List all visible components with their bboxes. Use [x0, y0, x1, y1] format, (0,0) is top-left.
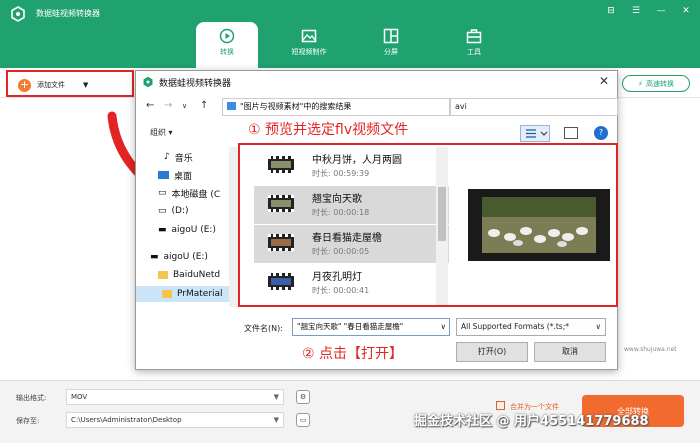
address-bar[interactable]: "图片与视频素材"中的搜索结果: [222, 98, 450, 116]
dialog-titlebar: 数据蛙视频转换器: [136, 71, 617, 93]
nav-item-baidunetdisk[interactable]: BaiduNetd: [158, 267, 220, 283]
help-icon[interactable]: ?: [594, 126, 608, 140]
filetype-select[interactable]: All Supported Formats (*.ts;* ∨: [456, 318, 606, 336]
open-folder-button[interactable]: ▭: [296, 413, 310, 427]
save-path-select[interactable]: C:\Users\Administrator\Desktop ▼: [66, 412, 284, 428]
forward-arrow-icon[interactable]: →: [164, 100, 172, 111]
dialog-close-icon[interactable]: ✕: [599, 74, 609, 88]
navigation-pane: ♪ 音乐 桌面 ▭ 本地磁盘 (C ▭ (D:) ▬ aigoU (E:) ▬ aigoU…: [136, 147, 240, 307]
usb-drive-icon: ▬: [158, 225, 167, 235]
nav-item-aigou-e-root[interactable]: ▬ aigoU (E:): [150, 249, 208, 265]
drive-icon: ▭: [158, 188, 167, 198]
up-arrow-icon[interactable]: ↑: [200, 100, 208, 111]
preview-pane-icon[interactable]: [564, 127, 578, 139]
output-format-label: 输出格式:: [16, 394, 47, 402]
search-value: avi: [455, 102, 467, 111]
filetype-value: All Supported Formats (*.ts;*: [461, 322, 569, 331]
view-options-button[interactable]: [520, 125, 550, 142]
folder-icon: [162, 290, 172, 298]
nav-item-prmaterial[interactable]: PrMaterial: [136, 286, 230, 302]
list-view-icon: [526, 129, 548, 138]
nav-item-label: aigoU (E:): [171, 225, 216, 235]
nav-item-label: (D:): [171, 206, 189, 216]
output-format-value: MOV: [71, 393, 88, 401]
organize-button[interactable]: 组织 ▾: [150, 127, 173, 138]
drive-icon: ▭: [158, 206, 167, 216]
folder-icon: [158, 271, 168, 279]
chevron-down-icon[interactable]: ∨: [182, 102, 187, 110]
highlight-file-list: [238, 143, 618, 307]
folder-icon: [227, 102, 236, 110]
annotation-step1: ① 预览并选定flv视频文件: [248, 122, 409, 138]
nav-item-label: 本地磁盘 (C: [171, 189, 221, 200]
app-logo-icon: [143, 76, 153, 88]
watermark-text: 掘金技术社区 @ 用户45514177968​8: [414, 414, 649, 429]
filename-value: "翘宝向天歌" "春日看猫走屋檐": [297, 322, 404, 331]
nav-item-drive-d[interactable]: ▭ (D:): [158, 203, 189, 219]
nav-item-label: PrMaterial: [177, 289, 223, 299]
open-button[interactable]: 打开(O): [456, 342, 528, 362]
nav-item-music[interactable]: ♪ 音乐: [164, 149, 193, 165]
chevron-down-icon: ▼: [273, 416, 279, 424]
annotation-step2: ② 点击【打开】: [302, 346, 404, 362]
chevron-down-icon: ▼: [273, 393, 279, 401]
dialog-title: 数据蛙视频转换器: [159, 78, 232, 89]
nav-item-label: aigoU (E:): [163, 252, 208, 262]
merge-checkbox[interactable]: [496, 401, 505, 410]
usb-drive-icon: ▬: [150, 252, 159, 262]
nav-item-desktop[interactable]: 桌面: [158, 167, 192, 183]
desktop-icon: [158, 171, 169, 179]
cancel-button[interactable]: 取消: [534, 342, 606, 362]
nav-item-label: 音乐: [174, 153, 193, 164]
format-settings-button[interactable]: ⚙: [296, 390, 310, 404]
nav-item-local-disk-c[interactable]: ▭ 本地磁盘 (C: [158, 185, 220, 201]
music-icon: ♪: [164, 152, 170, 162]
address-row: ← → ∨ ↑ "图片与视频素材"中的搜索结果 avi: [136, 97, 618, 117]
chevron-down-icon[interactable]: ∨: [441, 319, 447, 335]
output-format-select[interactable]: MOV ▼: [66, 389, 284, 405]
nav-item-label: BaiduNetd: [173, 270, 221, 280]
back-arrow-icon[interactable]: ←: [146, 100, 154, 111]
address-text: "图片与视频素材"中的搜索结果: [240, 102, 352, 111]
search-input[interactable]: avi: [450, 98, 618, 116]
save-to-label: 保存至:: [16, 417, 40, 425]
chevron-down-icon: ∨: [595, 322, 602, 331]
save-path-value: C:\Users\Administrator\Desktop: [71, 416, 182, 424]
nav-item-aigou-e[interactable]: ▬ aigoU (E:): [158, 222, 216, 238]
filename-input[interactable]: "翘宝向天歌" "春日看猫走屋檐" ∨: [292, 318, 450, 336]
nav-item-label: 桌面: [174, 171, 193, 182]
filename-label: 文件名(N):: [244, 324, 283, 333]
